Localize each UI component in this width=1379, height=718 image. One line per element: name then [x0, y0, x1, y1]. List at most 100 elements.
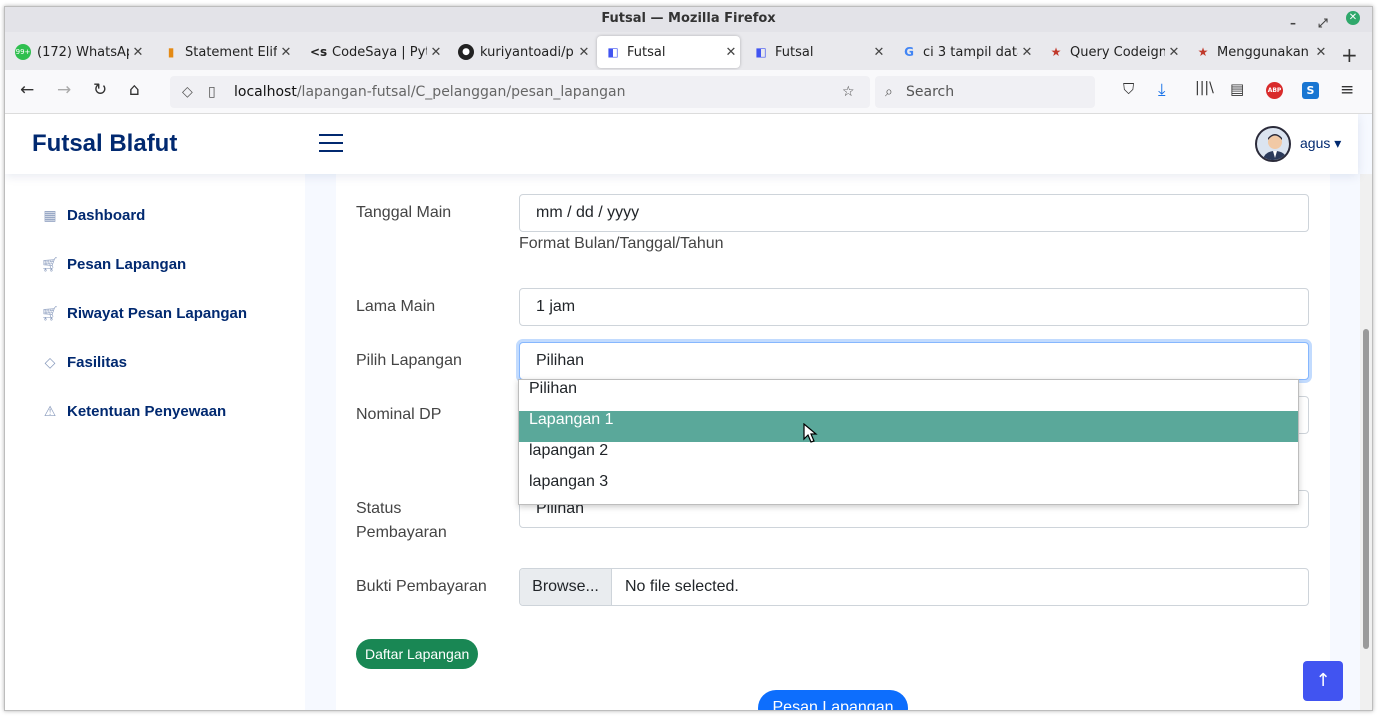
tab-menggunakan[interactable]: ★ Menggunakan ✕: [1187, 36, 1330, 68]
shield-icon: ◇: [182, 84, 193, 100]
tab-close-icon[interactable]: ✕: [722, 45, 740, 60]
dropdown-option[interactable]: lapangan 2: [519, 442, 1298, 473]
tab-codesaya[interactable]: <s CodeSaya | Pyt ✕: [302, 36, 445, 68]
sidebar-item-label: Riwayat Pesan Lapangan: [67, 305, 248, 322]
lama-select[interactable]: 1 jam: [519, 288, 1309, 326]
status-label-line1: Status: [356, 500, 402, 517]
lama-label: Lama Main: [356, 298, 436, 315]
tab-google[interactable]: G ci 3 tampil data ✕: [893, 36, 1036, 68]
tanggal-label: Tanggal Main: [356, 204, 452, 221]
sidebar-item-ketentuan[interactable]: ⚠︎ Ketentuan Penyewaan: [41, 403, 227, 420]
grid-icon: ▦: [43, 207, 57, 223]
tanggal-help: Format Bulan/Tanggal/Tahun: [519, 235, 724, 252]
url-bar[interactable]: ◇ ▯ localhost/lapangan-futsal/C_pelangga…: [170, 76, 870, 108]
booking-form-card: Tanggal Main mm / dd / yyyy Format Bulan…: [336, 174, 1330, 710]
tab-label: Query Codeign: [1070, 44, 1165, 60]
user-menu[interactable]: agus ▾: [1300, 135, 1341, 152]
tab-label: Futsal: [775, 44, 814, 60]
avatar[interactable]: [1255, 126, 1291, 162]
hamburger-menu-icon[interactable]: [319, 134, 343, 158]
sidebar-icon[interactable]: ▤: [1230, 80, 1244, 98]
sidebar-item-riwayat[interactable]: 🛒︎ Riwayat Pesan Lapangan: [41, 305, 247, 322]
tab-label: Futsal: [627, 44, 666, 60]
dropdown-option[interactable]: Pilihan: [519, 380, 1298, 411]
browse-button[interactable]: Browse...: [520, 569, 612, 605]
mouse-cursor-icon: [803, 423, 818, 443]
tab-statement[interactable]: ▮ Statement Elif ✕: [155, 36, 295, 68]
new-tab-icon[interactable]: +: [1341, 43, 1358, 67]
scrollbar-thumb[interactable]: [1363, 329, 1369, 649]
tab-futsal[interactable]: ◧ Futsal ✕: [745, 36, 888, 68]
navigation-bar: ← → ↻ ⌂ ◇ ▯ localhost/lapangan-futsal/C_…: [5, 70, 1372, 114]
search-bar[interactable]: ⌕ Search: [875, 76, 1095, 108]
github-icon: ●: [458, 44, 474, 60]
pesan-lapangan-button[interactable]: Pesan Lapangan: [758, 690, 908, 710]
sidebar-item-pesan-lapangan[interactable]: 🛒︎ Pesan Lapangan: [41, 256, 186, 273]
warning-icon: ⚠︎: [43, 403, 57, 419]
tab-close-icon[interactable]: ✕: [870, 45, 888, 60]
download-icon[interactable]: ⤓: [1158, 80, 1166, 100]
dropdown-option-highlighted[interactable]: Lapangan 1: [519, 411, 1298, 442]
sidebar-item-label: Ketentuan Penyewaan: [67, 403, 227, 420]
sidebar-item-label: Pesan Lapangan: [67, 256, 187, 273]
sidebar-item-fasilitas[interactable]: ◇ Fasilitas: [41, 354, 127, 371]
sidebar-item-label: Fasilitas: [67, 354, 128, 371]
bookmark-icon: ★: [1050, 45, 1062, 59]
whatsapp-icon: 99+: [15, 44, 31, 60]
reload-icon[interactable]: ↻: [93, 80, 107, 100]
tab-bar: 99+ (172) WhatsAp ✕ ▮ Statement Elif ✕ <…: [5, 32, 1372, 70]
tanggal-input[interactable]: mm / dd / yyyy: [519, 194, 1309, 232]
daftar-lapangan-button[interactable]: Daftar Lapangan: [356, 639, 479, 669]
tab-label: CodeSaya | Pyt: [332, 44, 427, 60]
window-titlebar: Futsal — Mozilla Firefox – ⤢ ✕: [5, 7, 1372, 32]
tab-label: kuriyantoadi/p: [480, 44, 574, 60]
sidebar-item-dashboard[interactable]: ▦ Dashboard: [41, 207, 145, 224]
home-icon[interactable]: ⌂: [129, 80, 140, 100]
file-status: No file selected.: [625, 578, 739, 595]
menu-icon[interactable]: ≡: [1340, 80, 1354, 100]
tab-whatsapp[interactable]: 99+ (172) WhatsAp ✕: [7, 36, 147, 68]
brand-logo[interactable]: Futsal Blafut: [32, 130, 177, 158]
caret-down-icon: ▾: [1334, 135, 1342, 151]
sidebar: ▦ Dashboard 🛒︎ Pesan Lapangan 🛒︎ Riwayat…: [5, 174, 305, 710]
tab-close-icon[interactable]: ✕: [277, 45, 295, 60]
tab-label: Menggunakan: [1217, 44, 1309, 60]
tab-close-icon[interactable]: ✕: [1018, 45, 1036, 60]
tab-query-codeigniter[interactable]: ★ Query Codeign ✕: [1040, 36, 1183, 68]
lapangan-dropdown: Pilihan Lapangan 1 lapangan 2 lapangan 3: [518, 379, 1299, 505]
pocket-icon[interactable]: ⛉: [1123, 80, 1134, 98]
search-icon: ⌕: [885, 84, 893, 100]
tab-close-icon[interactable]: ✕: [129, 45, 147, 60]
cart-icon: 🛒︎: [41, 256, 59, 272]
book-icon: ▮: [167, 45, 175, 59]
cart-icon: 🛒︎: [41, 305, 59, 321]
close-icon[interactable]: ✕: [1346, 11, 1360, 25]
tab-close-icon[interactable]: ✕: [427, 45, 445, 60]
window-title: Futsal — Mozilla Firefox: [601, 11, 776, 26]
page-scrollbar[interactable]: [1360, 174, 1372, 710]
tab-label: Statement Elif: [185, 44, 277, 60]
bookmark-star-icon[interactable]: ☆: [842, 76, 855, 108]
futsal-logo-icon: ◧: [755, 45, 767, 59]
library-icon[interactable]: |||\: [1195, 80, 1214, 96]
dropdown-option[interactable]: lapangan 3: [519, 473, 1298, 504]
lapangan-select[interactable]: Pilihan: [519, 342, 1309, 380]
tab-close-icon[interactable]: ✕: [1165, 45, 1183, 60]
status-label-line2: Pembayaran: [356, 524, 447, 541]
extension-s-icon[interactable]: S: [1302, 82, 1319, 99]
url-path: /lapangan-futsal/C_pelanggan/pesan_lapan…: [296, 84, 626, 100]
search-placeholder: Search: [906, 84, 955, 100]
tab-futsal-active[interactable]: ◧ Futsal ✕: [597, 36, 740, 68]
tab-close-icon[interactable]: ✕: [1312, 45, 1330, 60]
adblock-icon[interactable]: ABP: [1266, 82, 1283, 99]
back-to-top-button[interactable]: ↑: [1303, 661, 1343, 701]
forward-icon[interactable]: →: [57, 80, 71, 100]
back-icon[interactable]: ←: [20, 80, 34, 100]
web-page: Futsal Blafut agus ▾ ▦ Dashboard 🛒︎ Pesa…: [5, 114, 1372, 710]
bukti-file-input[interactable]: Browse... No file selected.: [519, 568, 1309, 606]
browser-window: Futsal — Mozilla Firefox – ⤢ ✕ 99+ (172)…: [4, 6, 1373, 711]
url-host: localhost: [234, 84, 297, 100]
tab-close-icon[interactable]: ✕: [575, 45, 593, 60]
code-icon: <s: [310, 45, 328, 59]
tab-github[interactable]: ● kuriyantoadi/p ✕: [450, 36, 593, 68]
